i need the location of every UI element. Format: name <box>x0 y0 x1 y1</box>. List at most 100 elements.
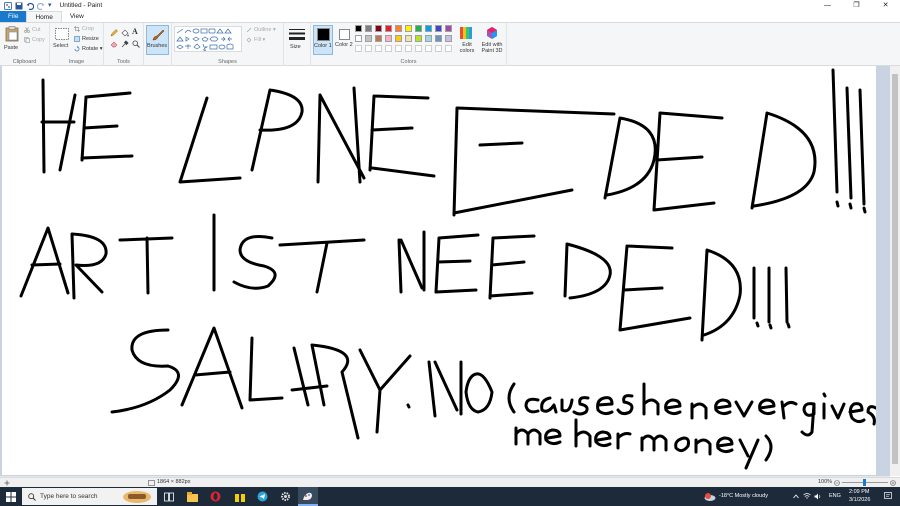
save-icon[interactable] <box>15 2 23 10</box>
zoom-out-icon[interactable] <box>834 480 840 486</box>
palette-swatch[interactable] <box>385 25 392 32</box>
palette-swatch[interactable] <box>365 25 372 32</box>
palette-swatch[interactable] <box>445 25 452 32</box>
clipboard-group-label: Clipboard <box>12 59 37 65</box>
palette-swatch-empty[interactable] <box>435 45 442 52</box>
tab-view[interactable]: View <box>62 11 92 22</box>
weather-icon[interactable] <box>704 492 716 501</box>
magnifier-icon[interactable] <box>132 40 140 48</box>
close-button[interactable]: ✕ <box>871 0 900 11</box>
copy-button[interactable]: Copy <box>32 37 45 43</box>
cut-button[interactable]: Cut <box>32 27 41 33</box>
group-size: Size <box>284 23 311 66</box>
resize-button[interactable]: Resize <box>82 36 99 42</box>
opera-browser-icon[interactable] <box>210 491 221 502</box>
quick-access-dropdown[interactable]: ▾ <box>48 1 52 10</box>
palette-swatch[interactable] <box>425 35 432 42</box>
palette-swatch-empty[interactable] <box>355 45 362 52</box>
palette-swatch[interactable] <box>375 25 382 32</box>
palette-swatch[interactable] <box>445 35 452 42</box>
paint-taskbar-button[interactable] <box>298 487 318 506</box>
palette-swatch[interactable] <box>395 35 402 42</box>
color2-button[interactable]: Color 2 <box>335 25 355 55</box>
pencil-icon[interactable] <box>110 29 118 37</box>
palette-swatch-empty[interactable] <box>385 45 392 52</box>
edit-colors-button[interactable]: Edit colors <box>457 25 475 55</box>
palette-swatch-empty[interactable] <box>415 45 422 52</box>
copy-icon <box>24 37 30 43</box>
zoom-slider[interactable] <box>842 479 888 486</box>
palette-swatch-empty[interactable] <box>375 45 382 52</box>
palette-swatch[interactable] <box>355 25 362 32</box>
edit-with-paint3d-label: Edit with Paint 3D <box>481 42 503 54</box>
clock-date[interactable]: 3/1/2026 <box>849 497 870 503</box>
vertical-scrollbar[interactable] <box>890 66 900 476</box>
select-button[interactable]: Select <box>52 25 72 55</box>
palette-swatch[interactable] <box>405 35 412 42</box>
volume-icon[interactable] <box>814 493 822 500</box>
palette-swatch[interactable] <box>355 35 362 42</box>
undo-icon[interactable] <box>26 2 34 10</box>
file-explorer-icon[interactable] <box>187 492 198 502</box>
paste-label: Paste <box>4 45 19 51</box>
rotate-button[interactable]: Rotate ▾ <box>82 46 103 52</box>
palette-swatch[interactable] <box>375 35 382 42</box>
zoom-slider-thumb[interactable] <box>863 479 866 486</box>
zoom-in-icon[interactable] <box>890 480 896 486</box>
palette-swatch[interactable] <box>365 35 372 42</box>
size-button[interactable]: Size <box>287 25 307 55</box>
restore-button[interactable]: ❐ <box>842 0 871 11</box>
palette-swatch[interactable] <box>435 35 442 42</box>
palette-swatch[interactable] <box>425 25 432 32</box>
network-icon[interactable] <box>803 493 811 500</box>
brushes-button[interactable]: Brushes <box>146 25 169 55</box>
taskbar-search-box[interactable]: Type here to search <box>22 488 157 505</box>
palette-swatch[interactable] <box>385 35 392 42</box>
crop-button[interactable]: Crop <box>82 26 94 32</box>
ribbon: Paste Cut Copy Clipboard Select Crop Res… <box>0 22 900 66</box>
shapes-gallery-icon <box>176 28 234 51</box>
drawing-canvas[interactable] <box>2 66 876 475</box>
weather-text[interactable]: -18°C Mostly cloudy <box>719 493 768 499</box>
palette-swatch-empty[interactable] <box>405 45 412 52</box>
palette-swatch-empty[interactable] <box>395 45 402 52</box>
status-bar: 1864 × 882px 100% <box>0 477 900 487</box>
palette-swatch[interactable] <box>415 25 422 32</box>
color1-button[interactable]: Color 1 <box>313 25 333 55</box>
minimize-button[interactable]: — <box>813 0 842 11</box>
color-picker-icon[interactable] <box>121 40 129 48</box>
palette-swatch[interactable] <box>435 25 442 32</box>
palette-swatch[interactable] <box>405 25 412 32</box>
tab-home[interactable]: Home <box>26 11 62 22</box>
edit-with-paint3d-button[interactable]: Edit with Paint 3D <box>479 25 505 55</box>
task-view-icon[interactable] <box>164 492 174 502</box>
paste-button[interactable]: Paste <box>2 25 22 55</box>
tab-file[interactable]: File <box>0 11 27 22</box>
rotate-icon <box>74 46 80 52</box>
text-tool-icon[interactable]: A <box>132 27 138 36</box>
line-size-icon <box>289 29 305 40</box>
palette-swatch[interactable] <box>395 25 402 32</box>
redo-icon[interactable] <box>37 2 45 10</box>
fill-button[interactable]: Fill ▾ <box>254 37 265 43</box>
eraser-icon[interactable] <box>110 40 118 48</box>
group-image: Select Crop Resize Rotate ▾ Image <box>50 23 104 66</box>
telegram-icon[interactable] <box>257 491 268 502</box>
palette-swatch-empty[interactable] <box>445 45 452 52</box>
clock-time[interactable]: 2:09 PM <box>849 489 869 495</box>
notification-icon[interactable] <box>884 492 892 500</box>
outline-button[interactable]: Outline ▾ <box>254 27 276 33</box>
windows-start-icon[interactable] <box>6 492 16 502</box>
palette-swatch-empty[interactable] <box>365 45 372 52</box>
chevron-up-icon[interactable] <box>793 494 799 499</box>
palette-swatch-empty[interactable] <box>425 45 432 52</box>
shapes-gallery[interactable] <box>174 26 242 52</box>
sticky-app-icon[interactable] <box>235 492 245 502</box>
palette-swatch[interactable] <box>415 35 422 42</box>
fill-bucket-icon[interactable] <box>121 29 129 37</box>
language-indicator[interactable]: ENG <box>829 493 841 499</box>
zoom-level: 100% <box>818 479 833 485</box>
settings-gear-icon[interactable] <box>280 491 291 502</box>
vertical-scrollbar-thumb[interactable] <box>892 74 898 464</box>
quick-access-toolbar: ▾ <box>0 1 52 10</box>
